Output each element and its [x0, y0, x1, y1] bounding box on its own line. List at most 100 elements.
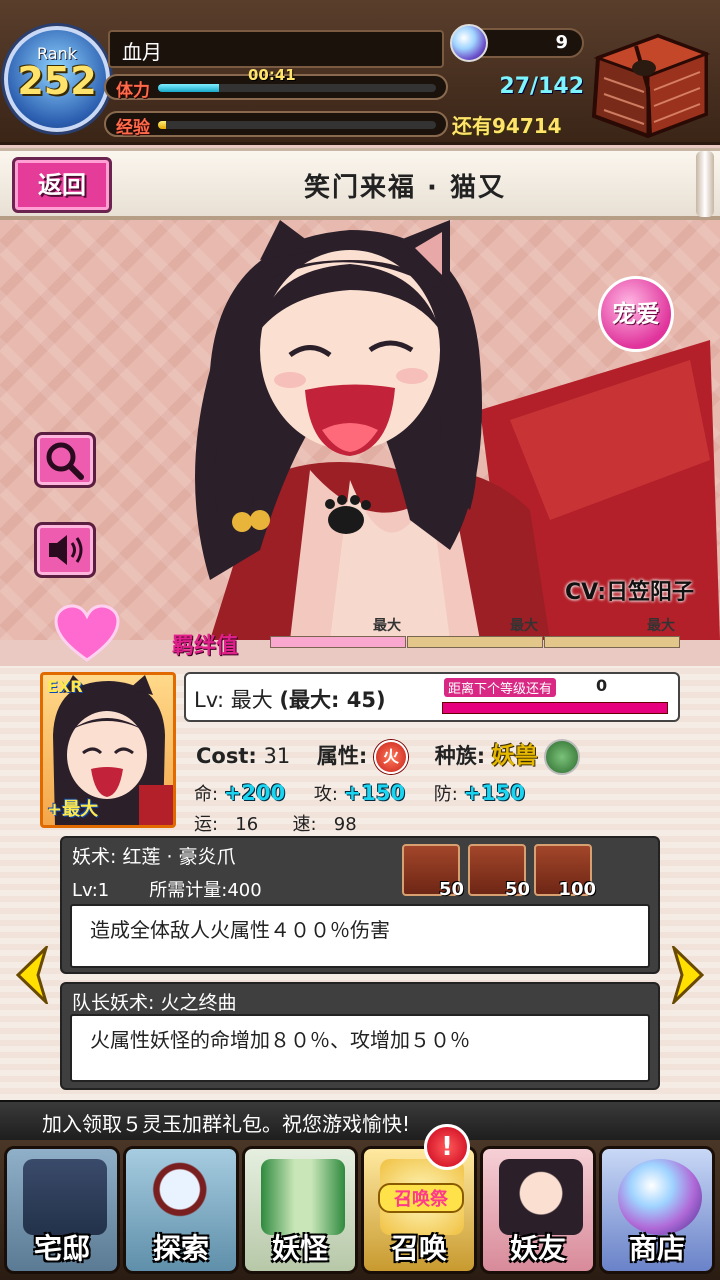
fist-gauge-icon: 100 [534, 844, 596, 900]
favor-button[interactable]: 宠爱 [598, 276, 674, 352]
bond-max-label: 最大 [647, 618, 675, 634]
attack-label: 攻: [313, 784, 338, 805]
bottom-nav: 宅邸 探索 妖怪 召唤祭 召唤 妖友 商店 [0, 1140, 720, 1280]
magnifier-icon [46, 442, 84, 480]
skill-panel: 妖术: 红莲 · 豪炎爪 Lv:1 所需计量:400 50 50 100 造成全… [60, 836, 660, 974]
card-plus-label: +最大 [47, 799, 99, 820]
race-label: 种族: [434, 744, 486, 768]
next-level-label: 距离下个等级还有 [444, 678, 557, 697]
bond-max-label: 最大 [373, 618, 401, 634]
zoom-button[interactable] [34, 432, 96, 488]
defense-value: +150 [463, 781, 525, 805]
leader-skill-description: 火属性妖怪的命增加８０％、攻增加５０％ [70, 1014, 650, 1082]
treasure-chest-icon[interactable] [588, 28, 712, 140]
cost-value: 31 [263, 744, 291, 768]
bond-segment: 最大 [544, 618, 680, 648]
mansion-icon [23, 1159, 107, 1235]
gauge-value: 50 [438, 879, 464, 900]
skill-gauge-cost: 所需计量:400 [149, 880, 262, 901]
status-header: Rank 252 血月 体力 00:41 经验 9 27/142 还有94714 [0, 0, 720, 145]
profile-row: Cost: 31 属性: 火 种族: 妖兽 [196, 736, 676, 776]
nav-label: 宅邸 [33, 1232, 90, 1265]
title-bar: 返回 笑门来福 · 猫又 [0, 148, 720, 220]
defense-label: 防: [433, 784, 458, 805]
explore-magnifier-icon [142, 1159, 226, 1235]
nav-label: 召唤 [390, 1232, 447, 1265]
speed-label: 速: [292, 814, 317, 835]
character-card[interactable]: EXR +最大 [40, 672, 176, 828]
next-arrow-icon[interactable] [670, 946, 706, 1004]
gauge-value: 50 [504, 879, 530, 900]
attack-value: +150 [343, 781, 406, 805]
speaker-icon [49, 535, 83, 565]
leader-skill-title: 队长妖术: 火之终曲 [72, 992, 237, 1014]
scroll-ornament [696, 151, 714, 217]
nav-label: 商店 [628, 1232, 685, 1265]
nav-mansion[interactable]: 宅邸 [4, 1146, 120, 1274]
spirit-orb-icon [450, 24, 488, 62]
stamina-label: 体力 [116, 81, 150, 101]
level-max: (最大: 45) [279, 688, 386, 712]
character-art: 宠爱 CV:日笠阳子 [0, 220, 720, 640]
skill-level-value: Lv:1 [72, 880, 110, 901]
stamina-timer: 00:41 [248, 66, 296, 84]
heart-icon[interactable] [54, 604, 120, 664]
bond-segment: 最大 [407, 618, 543, 648]
nav-shop[interactable]: 商店 [599, 1146, 715, 1274]
cost-label: Cost: [196, 744, 257, 768]
skill-description: 造成全体敌人火属性４００％伤害 [70, 904, 650, 968]
nav-label: 妖友 [509, 1232, 566, 1265]
luck-label: 运: [194, 814, 219, 835]
nav-yokai[interactable]: 妖怪 [242, 1146, 358, 1274]
nav-friends[interactable]: 妖友 [480, 1146, 596, 1274]
rarity-tag: EXR [47, 677, 83, 696]
next-level-bar [442, 702, 668, 714]
gauge-value: 100 [558, 879, 596, 900]
player-name: 血月 [108, 30, 444, 68]
exp-fill [158, 121, 167, 129]
back-button[interactable]: 返回 [12, 157, 112, 213]
hp-label: 命: [194, 784, 219, 805]
scroll-icon [261, 1159, 345, 1235]
race-icon [544, 739, 581, 775]
skill-title: 妖术: 红莲 · 豪炎爪 [72, 846, 236, 868]
bond-max-label: 最大 [510, 618, 538, 634]
attribute-label: 属性: [316, 744, 368, 768]
fist-gauge-icon: 50 [468, 844, 530, 900]
exp-bar: 经验 [104, 111, 448, 138]
spirit-orb-counter[interactable]: 9 [450, 24, 584, 62]
exp-label: 经验 [116, 118, 150, 138]
remaining-exp: 还有94714 [452, 114, 562, 138]
rank-value: 252 [17, 59, 97, 103]
nav-explore[interactable]: 探索 [123, 1146, 239, 1274]
bond-label: 羁绊值 [172, 634, 239, 659]
next-level-value: 0 [596, 676, 608, 695]
stats-block: 命: +200 攻: +150 防: +150 运: 16 速: 98 [194, 780, 674, 836]
race-value: 妖兽 [491, 743, 538, 769]
nav-label: 探索 [152, 1232, 209, 1265]
fist-gauge-icon: 50 [402, 844, 464, 900]
summon-alert-badge: ! [424, 1124, 470, 1170]
skill-level: Lv:1 所需计量:400 [72, 876, 262, 902]
level-label: Lv: 最大 [194, 688, 273, 712]
fire-attribute-icon: 火 [374, 740, 408, 774]
bond-gauge: 最大 最大 最大 [270, 618, 680, 654]
hp-value: +200 [223, 781, 286, 805]
info-panel: EXR +最大 Lv: 最大 (最大: 45) 距离下个等级还有 0 Cost:… [0, 666, 720, 1100]
nav-label: 妖怪 [271, 1232, 328, 1265]
announcement-marquee: 加入领取５灵玉加群礼包。祝您游戏愉快! [0, 1100, 720, 1140]
bond-row: 羁绊值 最大 最大 最大 [0, 600, 720, 666]
voice-button[interactable] [34, 522, 96, 578]
box-count: 27/142 [499, 74, 584, 99]
rank-badge[interactable]: Rank 252 [4, 26, 110, 132]
speed-value: 98 [333, 814, 357, 835]
level-text: Lv: 最大 (最大: 45) [194, 684, 386, 714]
friend-portrait-icon [499, 1159, 583, 1235]
orb-count: 9 [555, 32, 568, 53]
crystal-orb-icon [618, 1159, 702, 1235]
stamina-fill [158, 84, 220, 92]
level-box: Lv: 最大 (最大: 45) 距离下个等级还有 0 [184, 672, 680, 722]
summon-festival-tag: 召唤祭 [378, 1183, 464, 1213]
leader-skill-panel: 队长妖术: 火之终曲 火属性妖怪的命增加８０％、攻增加５０％ [60, 982, 660, 1090]
prev-arrow-icon[interactable] [14, 946, 50, 1004]
